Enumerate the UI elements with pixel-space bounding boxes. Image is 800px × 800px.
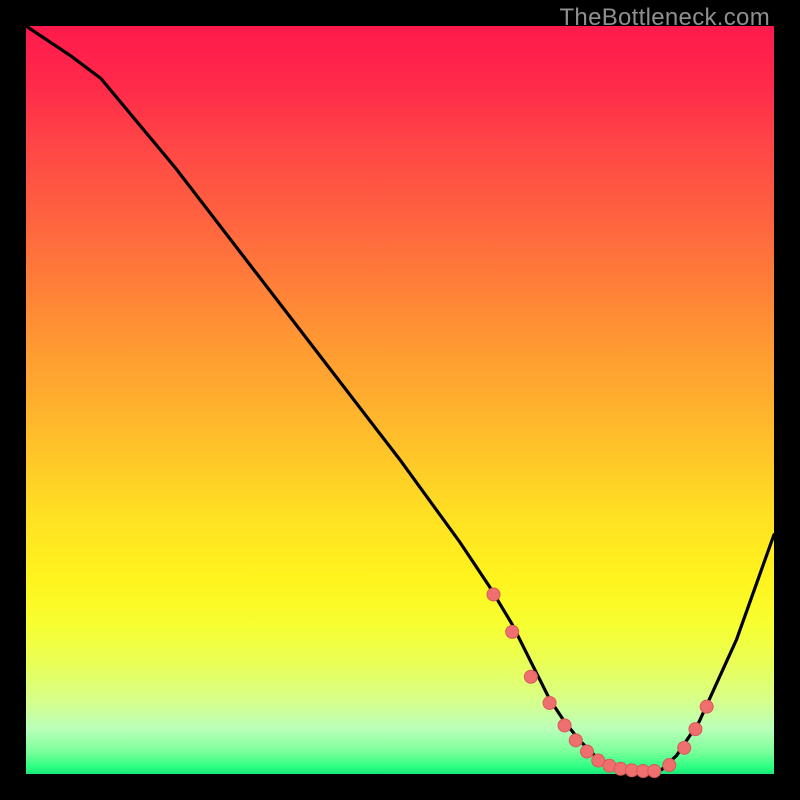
- chart-plot-area: [26, 26, 774, 774]
- highlight-marker: [543, 696, 556, 709]
- highlight-marker: [689, 723, 702, 736]
- chart-svg: [26, 26, 774, 774]
- highlight-markers: [487, 588, 713, 778]
- highlight-marker: [700, 700, 713, 713]
- highlight-marker: [558, 719, 571, 732]
- highlight-marker: [569, 734, 582, 747]
- chart-frame: TheBottleneck.com: [0, 0, 800, 800]
- highlight-marker: [581, 745, 594, 758]
- highlight-marker: [678, 741, 691, 754]
- bottleneck-curve: [26, 26, 774, 771]
- highlight-marker: [663, 759, 676, 772]
- highlight-marker: [487, 588, 500, 601]
- highlight-marker: [506, 625, 519, 638]
- highlight-marker: [648, 765, 661, 778]
- watermark-text: TheBottleneck.com: [559, 4, 770, 32]
- highlight-marker: [524, 670, 537, 683]
